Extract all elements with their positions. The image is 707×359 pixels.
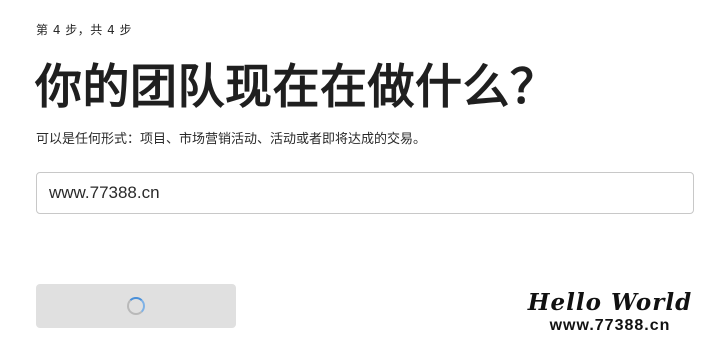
onboarding-page: 第 4 步，共 4 步 你的团队现在在做什么？ 可以是任何形式：项目、市场营销活…: [0, 0, 707, 359]
watermark-logo: Hello World: [527, 289, 693, 316]
watermark-url: www.77388.cn: [549, 317, 671, 334]
page-subtitle: 可以是任何形式：项目、市场营销活动、活动或者即将达成的交易。: [36, 132, 427, 147]
watermark: Hello World www.77388.cn: [520, 290, 700, 336]
team-activity-field: [36, 172, 694, 214]
loading-spinner-icon: [127, 297, 145, 315]
team-activity-input[interactable]: [37, 173, 693, 213]
next-button[interactable]: [36, 284, 236, 328]
page-title: 你的团队现在在做什么？: [35, 60, 558, 115]
step-indicator: 第 4 步，共 4 步: [36, 23, 133, 37]
